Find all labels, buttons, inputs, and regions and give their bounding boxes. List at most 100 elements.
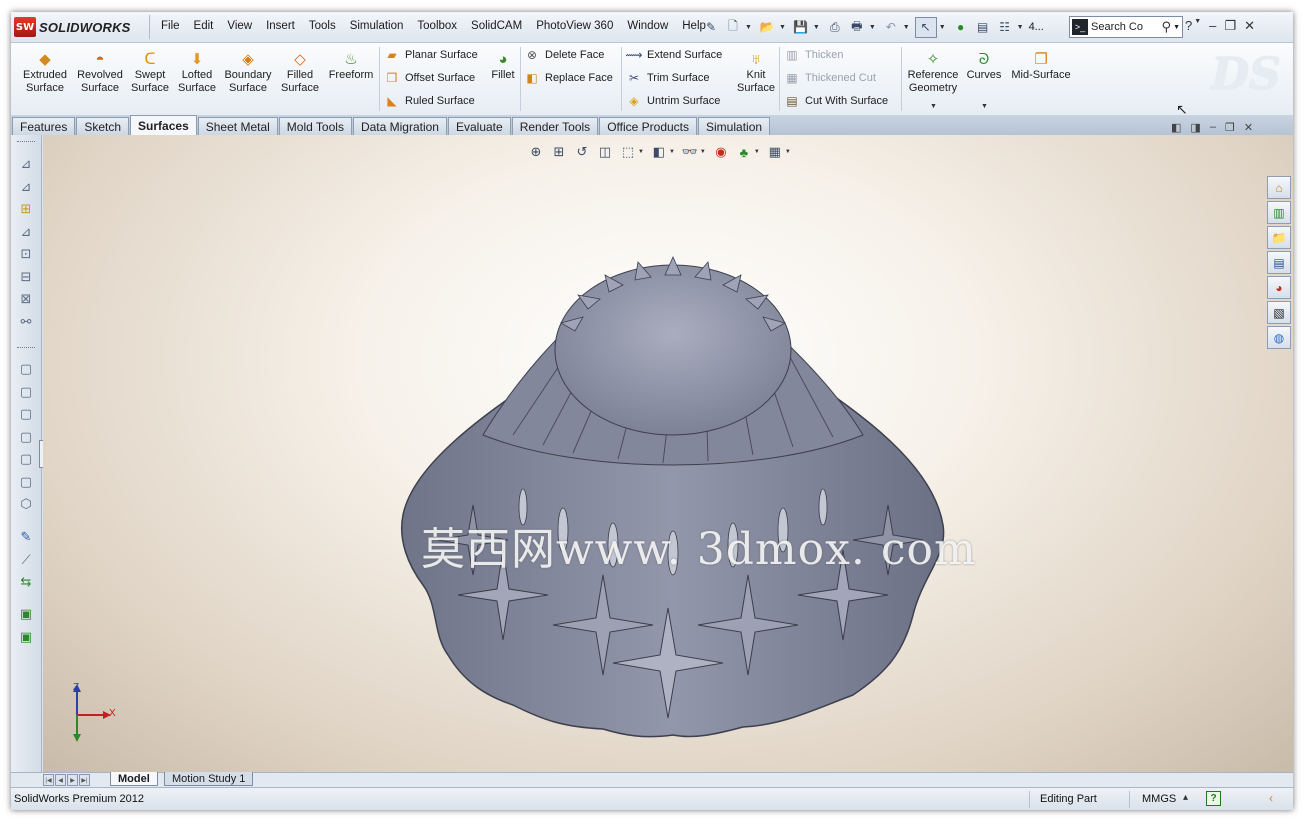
- help-dropdown-icon[interactable]: ▼: [1194, 18, 1201, 34]
- previous-view-icon[interactable]: ↺: [572, 143, 592, 161]
- lofted-surface-button[interactable]: ⬇ Lofted Surface: [171, 49, 223, 95]
- save-icon[interactable]: 💾: [791, 18, 811, 37]
- knit-surface-button[interactable]: ♅ Knit Surface: [731, 49, 781, 95]
- doc-restore-icon[interactable]: ❐: [1225, 121, 1235, 134]
- tile-left-icon[interactable]: ◧: [1171, 121, 1181, 134]
- smart-dimension-icon[interactable]: ⟋: [16, 551, 36, 569]
- menu-solidcam[interactable]: SolidCAM: [464, 20, 529, 32]
- first-tab-icon[interactable]: |◀: [43, 774, 54, 786]
- custom-properties-icon[interactable]: ▧: [1267, 301, 1291, 324]
- layer-icon[interactable]: ▣: [16, 605, 36, 623]
- prev-tab-icon[interactable]: ◀: [55, 774, 66, 786]
- options-icon[interactable]: ☷: [995, 18, 1015, 37]
- toolbar-overflow[interactable]: 4...: [1029, 21, 1044, 33]
- view-orientation-dropdown-icon[interactable]: ▼: [638, 149, 644, 155]
- tab-evaluate[interactable]: Evaluate: [447, 117, 511, 135]
- planar-surface-button[interactable]: ▰ Planar Surface: [384, 45, 477, 65]
- collapse-arrow-icon[interactable]: ‹: [1269, 791, 1273, 805]
- menu-photoview[interactable]: PhotoView 360: [529, 20, 620, 32]
- sketch-pencil-icon[interactable]: ✎: [16, 528, 36, 546]
- undo-icon[interactable]: ↶: [881, 18, 901, 37]
- quick-tips-help-icon[interactable]: ?: [1206, 791, 1221, 806]
- apply-scene-dropdown-icon[interactable]: ▼: [754, 149, 760, 155]
- tab-simulation[interactable]: Simulation: [698, 117, 771, 135]
- tab-render-tools[interactable]: Render Tools: [511, 117, 599, 135]
- unit-system[interactable]: MMGS: [1142, 793, 1176, 805]
- next-tab-icon[interactable]: ▶: [67, 774, 78, 786]
- solidworks-forum-icon[interactable]: ◍: [1267, 326, 1291, 349]
- traffic-light-icon[interactable]: ●: [951, 18, 971, 37]
- sketch-tool-icon[interactable]: ⊞: [16, 200, 36, 218]
- tile-right-icon[interactable]: ◨: [1190, 121, 1200, 134]
- file-properties-icon[interactable]: ▤: [973, 18, 993, 37]
- view-tool-icon[interactable]: ▢: [16, 473, 36, 491]
- relations-icon[interactable]: ⇆: [16, 573, 36, 591]
- sketch-tool-icon[interactable]: ⊿: [16, 155, 36, 173]
- tab-sketch[interactable]: Sketch: [76, 117, 130, 135]
- view-settings-icon[interactable]: ▦: [765, 143, 785, 161]
- menu-file[interactable]: File: [154, 20, 187, 32]
- view-tool-icon[interactable]: ▢: [16, 383, 36, 401]
- design-library-icon[interactable]: ▥: [1267, 201, 1291, 224]
- view-tool-icon[interactable]: ▢: [16, 450, 36, 468]
- offset-surface-button[interactable]: ❒ Offset Surface: [384, 68, 476, 88]
- undo-dropdown-icon[interactable]: ▼: [903, 24, 910, 31]
- new-document-icon[interactable]: 🗋: [723, 18, 743, 37]
- search-box[interactable]: >_ Search Co ⚲ ▼: [1069, 16, 1183, 38]
- delete-face-button[interactable]: ⊗ Delete Face: [524, 45, 604, 65]
- curves-button[interactable]: ᘐ Curves: [961, 49, 1007, 82]
- trim-surface-button[interactable]: ✂ Trim Surface: [626, 68, 710, 88]
- view-tool-icon[interactable]: ▢: [16, 428, 36, 446]
- reference-geometry-button[interactable]: ✧ Reference Geometry: [904, 49, 962, 95]
- display-style-dropdown-icon[interactable]: ▼: [669, 149, 675, 155]
- zoom-to-fit-icon[interactable]: ⊕: [526, 143, 546, 161]
- view-tool-icon[interactable]: ⬡: [16, 495, 36, 513]
- cut-with-surface-button[interactable]: ▤ Cut With Surface: [784, 91, 888, 111]
- display-style-icon[interactable]: ◧: [649, 143, 669, 161]
- thickened-cut-button[interactable]: ▦ Thickened Cut: [784, 68, 876, 88]
- options-dropdown-icon[interactable]: ▼: [1017, 24, 1024, 31]
- menu-simulation[interactable]: Simulation: [343, 20, 411, 32]
- part-model[interactable]: [43, 135, 1293, 772]
- pin-icon[interactable]: ✎: [701, 18, 721, 37]
- menu-edit[interactable]: Edit: [187, 20, 221, 32]
- apply-scene-icon[interactable]: ♣: [734, 143, 754, 161]
- view-orientation-icon[interactable]: ⬚: [618, 143, 638, 161]
- tab-sheet-metal[interactable]: Sheet Metal: [197, 117, 278, 135]
- new-dropdown-icon[interactable]: ▼: [745, 24, 752, 31]
- mid-surface-button[interactable]: ❐ Mid-Surface: [1009, 49, 1073, 82]
- tab-features[interactable]: Features: [12, 117, 76, 135]
- unit-system-arrow-icon[interactable]: ▴: [1183, 792, 1188, 803]
- hide-show-items-icon[interactable]: 👓: [680, 143, 700, 161]
- layer-icon[interactable]: ▣: [16, 628, 36, 646]
- edit-appearance-icon[interactable]: ◉: [711, 143, 731, 161]
- view-tool-icon[interactable]: ▢: [16, 360, 36, 378]
- zoom-to-area-icon[interactable]: ⊞: [549, 143, 569, 161]
- print-icon[interactable]: ⎙: [825, 18, 845, 37]
- freeform-button[interactable]: ♨ Freeform: [325, 49, 377, 82]
- open-dropdown-icon[interactable]: ▼: [779, 24, 786, 31]
- view-palette-icon[interactable]: ▤: [1267, 251, 1291, 274]
- search-dropdown-icon[interactable]: ▼: [1173, 24, 1180, 31]
- tab-office-products[interactable]: Office Products: [599, 117, 698, 135]
- ruled-surface-button[interactable]: ◣ Ruled Surface: [384, 91, 474, 111]
- tab-mold-tools[interactable]: Mold Tools: [278, 117, 352, 135]
- tab-motion-study-1[interactable]: Motion Study 1: [164, 772, 254, 786]
- swept-surface-button[interactable]: ᑕ Swept Surface: [124, 49, 176, 95]
- section-view-icon[interactable]: ◫: [595, 143, 615, 161]
- printer-icon[interactable]: 🖶: [847, 18, 867, 37]
- extruded-surface-button[interactable]: ◆ Extruded Surface: [19, 49, 71, 95]
- doc-close-icon[interactable]: ✕: [1244, 121, 1253, 134]
- help-icon[interactable]: ?: [1185, 18, 1192, 34]
- filled-surface-button[interactable]: ◇ Filled Surface: [274, 49, 326, 95]
- solidworks-resources-icon[interactable]: ⌂: [1267, 176, 1291, 199]
- close-icon[interactable]: ✕: [1244, 18, 1255, 34]
- reference-geometry-dropdown-icon[interactable]: ▼: [930, 103, 937, 110]
- menu-toolbox[interactable]: Toolbox: [410, 20, 464, 32]
- open-folder-icon[interactable]: 📂: [757, 18, 777, 37]
- select-pointer-icon[interactable]: ↖: [914, 16, 937, 38]
- graphics-area[interactable]: 莫西网www. 3dmox. com: [43, 135, 1293, 772]
- menu-window[interactable]: Window: [620, 20, 675, 32]
- view-tool-icon[interactable]: ▢: [16, 405, 36, 423]
- revolved-surface-button[interactable]: ◓ Revolved Surface: [74, 49, 126, 95]
